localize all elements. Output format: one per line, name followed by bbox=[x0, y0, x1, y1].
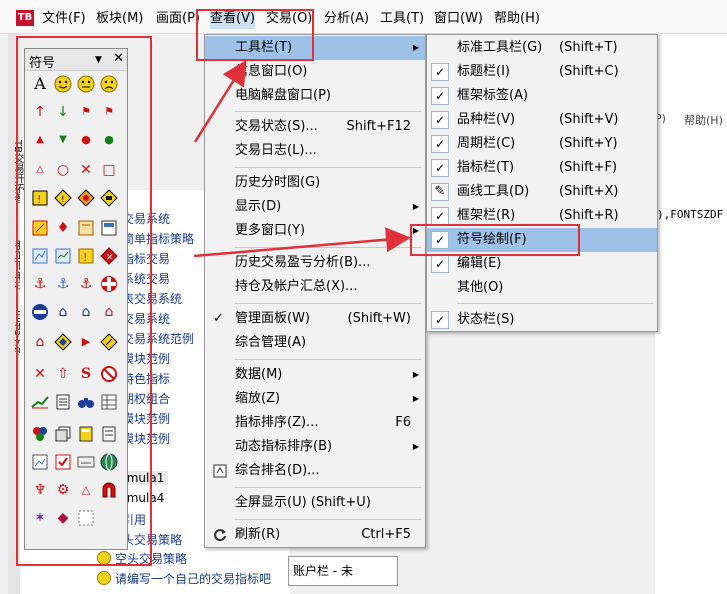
check-icon: ✓ bbox=[431, 255, 449, 273]
check-icon: ✓ bbox=[431, 159, 449, 177]
refresh-icon bbox=[213, 523, 227, 551]
submenu-item-symbol-bar[interactable]: ✓ 品种栏(V) (Shift+V) bbox=[427, 108, 657, 132]
bg-formula-text: ),FONTSZDF bbox=[657, 208, 724, 221]
menu-item-position-summary[interactable]: 持仓及帐户汇总(X)... bbox=[205, 275, 425, 299]
submenu-item-title-bar[interactable]: ✓ 标题栏(I) (Shift+C) bbox=[427, 60, 657, 84]
rank-icon bbox=[213, 459, 227, 487]
submenu-item-other[interactable]: 其他(O) bbox=[427, 276, 657, 300]
menu-item-indicator-sort[interactable]: 指标排序(Z)... F6 bbox=[205, 411, 425, 435]
menu-bar: TB 文件(F) 板块(M) 画面(P) 查看(V) 交易(O) 分析(A) 工… bbox=[0, 0, 727, 34]
menu-separator bbox=[235, 303, 421, 304]
annotation-box-view-menu bbox=[196, 9, 314, 61]
menu-item-trade-status[interactable]: 交易状态(S)... Shift+F12 bbox=[205, 115, 425, 139]
check-icon: ✓ bbox=[431, 87, 449, 105]
submenu-item-standard-toolbar[interactable]: 标准工具栏(G) (Shift+T) bbox=[427, 36, 657, 60]
menu-window[interactable]: 窗口(W) bbox=[434, 9, 483, 29]
check-icon: ✓ bbox=[431, 111, 449, 129]
tree-item[interactable]: 请编写一个自己的交易指标吧 bbox=[115, 570, 271, 587]
menu-screen[interactable]: 画面(P) bbox=[156, 9, 200, 29]
toolbar-submenu: 标准工具栏(G) (Shift+T) ✓ 标题栏(I) (Shift+C) ✓ 框架标签… bbox=[426, 34, 658, 332]
submenu-item-frame-tabs[interactable]: ✓ 框架标签(A) bbox=[427, 84, 657, 108]
menu-item-zoom[interactable]: 缩放(Z) ▶ bbox=[205, 387, 425, 411]
menu-separator bbox=[235, 359, 421, 360]
menu-separator bbox=[235, 167, 421, 168]
bg-menu-help: 帮助(H) bbox=[684, 114, 723, 127]
menu-file[interactable]: 文件(F) bbox=[42, 9, 86, 29]
menu-item-rank[interactable]: 综合排名(D)... bbox=[205, 459, 425, 483]
menu-separator bbox=[235, 519, 421, 520]
annotation-box-palette bbox=[16, 36, 152, 566]
menu-separator bbox=[235, 487, 421, 488]
menu-item-manage-panel[interactable]: ✓ 管理面板(W) (Shift+W) bbox=[205, 307, 425, 331]
check-icon: ✓ bbox=[431, 311, 449, 329]
menu-item-dynamic-sort[interactable]: 动态指标排序(B) ▶ bbox=[205, 435, 425, 459]
menu-item-display[interactable]: 显示(D) ▶ bbox=[205, 195, 425, 219]
menu-item-general-manage[interactable]: 综合管理(A) bbox=[205, 331, 425, 355]
check-icon: ✓ bbox=[431, 135, 449, 153]
menu-tools[interactable]: 工具(T) bbox=[380, 9, 424, 29]
menu-separator bbox=[235, 247, 421, 248]
submenu-arrow-icon: ▶ bbox=[412, 442, 419, 451]
menu-separator bbox=[235, 111, 421, 112]
account-tab[interactable]: 账户栏 - 未 bbox=[288, 556, 398, 586]
menu-separator bbox=[457, 303, 653, 304]
check-icon: ✓ bbox=[213, 311, 224, 326]
menu-item-fullscreen[interactable]: 全屏显示(U) (Shift+U) bbox=[205, 491, 425, 515]
check-icon: ✓ bbox=[431, 207, 449, 225]
pencil-icon: ✎ bbox=[431, 183, 449, 201]
menu-item-refresh[interactable]: 刷新(R) Ctrl+F5 bbox=[205, 523, 425, 547]
menu-item-pc-analysis[interactable]: 电脑解盘窗口(P) bbox=[205, 84, 425, 108]
submenu-item-period-bar[interactable]: ✓ 周期栏(C) (Shift+Y) bbox=[427, 132, 657, 156]
smiley-icon bbox=[97, 571, 111, 585]
submenu-arrow-icon: ▶ bbox=[412, 43, 419, 52]
check-icon: ✓ bbox=[431, 63, 449, 81]
menu-item-more-windows[interactable]: 更多窗口(Y) ▶ bbox=[205, 219, 425, 243]
app-logo-icon[interactable]: TB bbox=[16, 10, 34, 26]
submenu-arrow-icon: ▶ bbox=[412, 202, 419, 211]
submenu-item-status-bar[interactable]: ✓ 状态栏(S) bbox=[427, 308, 657, 332]
annotation-box-symbol-draw bbox=[410, 224, 580, 256]
menu-block[interactable]: 板块(M) bbox=[96, 9, 143, 29]
menu-item-history-pnl[interactable]: 历史交易盈亏分析(B)... bbox=[205, 251, 425, 275]
submenu-item-indicator-bar[interactable]: ✓ 指标栏(T) (Shift+F) bbox=[427, 156, 657, 180]
menu-item-data[interactable]: 数据(M) ▶ bbox=[205, 363, 425, 387]
menu-help[interactable]: 帮助(H) bbox=[494, 9, 540, 29]
submenu-item-drawing-tools[interactable]: ✎ 画线工具(D) (Shift+X) bbox=[427, 180, 657, 204]
menu-item-history-tick[interactable]: 历史分时图(G) bbox=[205, 171, 425, 195]
menu-item-info-window[interactable]: 信息窗口(O) bbox=[205, 60, 425, 84]
submenu-arrow-icon: ▶ bbox=[412, 394, 419, 403]
submenu-arrow-icon: ▶ bbox=[412, 370, 419, 379]
menu-analysis[interactable]: 分析(A) bbox=[324, 9, 369, 29]
menu-item-trade-log[interactable]: 交易日志(L)... bbox=[205, 139, 425, 163]
view-menu-dropdown: 工具栏(T) ▶ 信息窗口(O) 电脑解盘窗口(P) 交易状态(S)... Shif… bbox=[204, 34, 426, 548]
